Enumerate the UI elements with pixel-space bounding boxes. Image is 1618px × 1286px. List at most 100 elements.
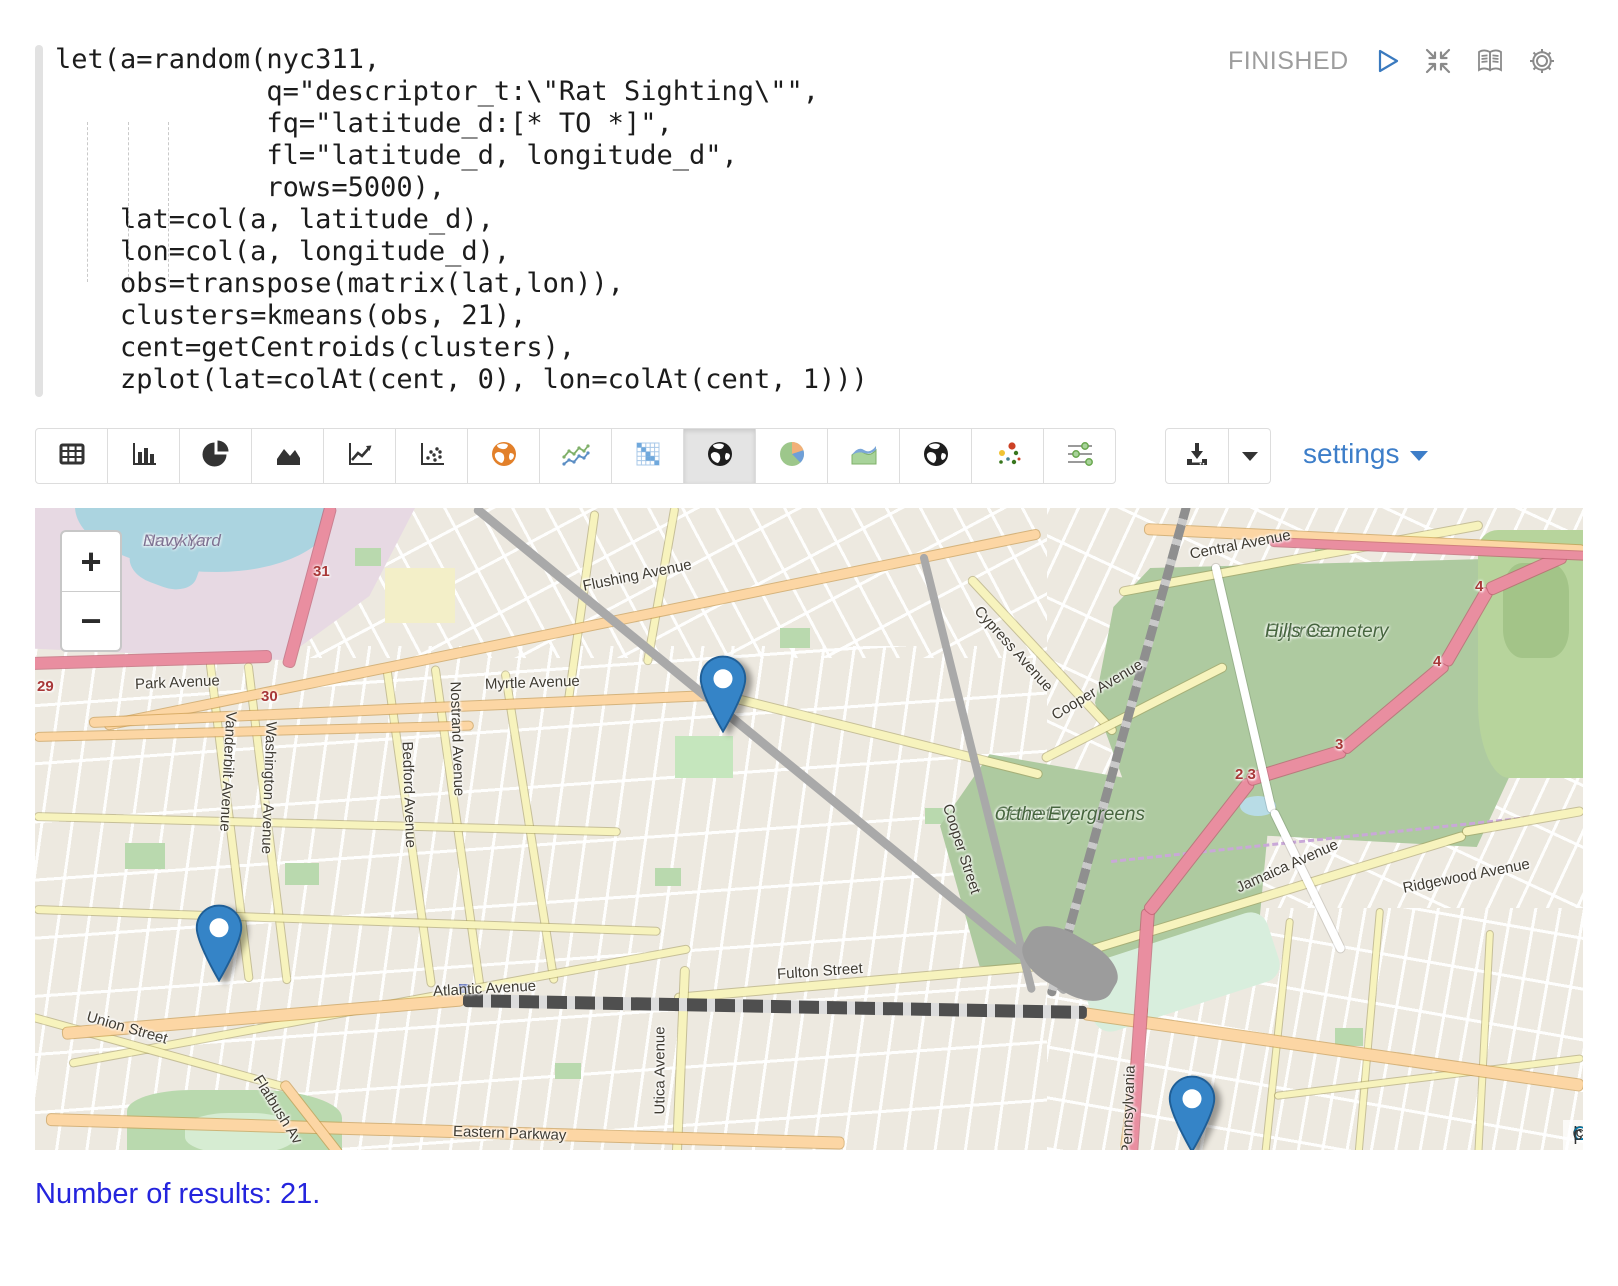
leaflet-map[interactable]: BrooklynNavy Yard CypressHills Cemetery … [35,508,1583,1150]
download-button-group [1165,428,1271,484]
code-line: let(a=random(nyc311, [55,44,1155,76]
table-icon [56,438,88,475]
sliders-icon [1064,438,1096,475]
matrix-grid-icon [632,438,664,475]
viz-world-map-button[interactable] [683,428,756,484]
caret-down-icon [1242,452,1258,461]
route-shield-2-3: 2 3 [1235,766,1256,783]
road-minor [35,906,660,935]
viz-line-chart-button[interactable] [323,428,396,484]
route-shield-4a: 4 [1433,653,1441,670]
code-line: fq="latitude_d:[* TO *]", [55,108,1155,140]
park-area [1335,1028,1363,1046]
park-area [125,843,165,869]
railway-atlantic [463,994,1087,1019]
gear-icon[interactable] [1527,46,1557,76]
viz-stream-chart-button[interactable] [827,428,900,484]
settings-label: settings [1303,438,1400,470]
code-line: lat=col(a, latitude_d), [55,204,1155,236]
pie-chart-icon [200,438,232,475]
code-line: rows=5000), [55,172,1155,204]
download-button[interactable] [1165,428,1229,484]
code-line: fl="latitude_d, longitude_d", [55,140,1155,172]
viz-donut-chart-button[interactable] [755,428,828,484]
viz-button-group [35,428,1116,484]
indent-guide [128,122,129,282]
download-options-button[interactable] [1229,428,1271,484]
label-pennsylvania-avenue: Pennsylvania [1119,1065,1139,1150]
viz-table-button[interactable] [35,428,108,484]
settings-caret-icon [1410,451,1428,461]
globe-orange-icon [488,438,520,475]
line-chart-icon [344,438,376,475]
viz-pie-chart-button[interactable] [179,428,252,484]
map-zoom-control: + − [60,530,122,652]
road-myrtle-east [732,694,1042,779]
pie-colored-icon [776,438,808,475]
map-marker-2[interactable] [195,904,243,982]
area-chart-icon [272,438,304,475]
road-broadway-elevated [472,508,1070,996]
road-minor [644,508,679,665]
code-line: q="descriptor_t:\"Rat Sighting\"", [55,76,1155,108]
park-area [285,863,319,885]
indent-guide [168,122,169,282]
label-park-avenue: Park Avenue [135,672,220,693]
park-area [780,628,810,648]
park-area [675,736,733,778]
code-line: cent=getCentroids(clusters), [55,332,1155,364]
viz-bar-chart-button[interactable] [107,428,180,484]
contributors-text: contributors [1573,1120,1583,1150]
route-shield-29: 29 [37,678,54,695]
status-badge: FINISHED [1228,47,1349,76]
play-icon[interactable] [1371,46,1401,76]
route-shield-30: 30 [261,688,278,705]
area-colored-icon [848,438,880,475]
label-utica-avenue: Utica Avenue [652,1026,669,1114]
code-line: obs=transpose(matrix(lat,lon)), [55,268,1155,300]
park-area [355,548,381,566]
route-shield-3: 3 [1335,736,1343,753]
compress-icon[interactable] [1423,46,1453,76]
editor-gutter [35,45,43,397]
viz-parallel-sliders-button[interactable] [1043,428,1116,484]
school-area [385,568,455,623]
label-cypress-avenue: Cypress Avenue [971,603,1057,695]
road-cypress [967,575,1117,736]
map-marker-3[interactable] [1168,1075,1216,1150]
code-line: lon=col(a, longitude_d), [55,236,1155,268]
code-editor[interactable]: let(a=random(nyc311, q="descriptor_t:\"R… [55,44,1155,396]
label-bedford-avenue: Bedford Avenue [399,741,420,848]
code-line: clusters=kmeans(obs, 21), [55,300,1155,332]
book-icon[interactable] [1475,46,1505,76]
viz-area-chart-button[interactable] [251,428,324,484]
viz-world-map-orange-button[interactable] [467,428,540,484]
label-nostrand-avenue: Nostrand Avenue [447,681,468,796]
download-icon [1183,440,1211,473]
zoom-out-button[interactable]: − [62,591,120,650]
viz-world-map-alt-button[interactable] [899,428,972,484]
label-flushing-avenue: Flushing Avenue [581,556,693,595]
viz-spline-chart-button[interactable] [539,428,612,484]
scatter-plot-icon [416,438,448,475]
label-ridgewood-avenue: Ridgewood Avenue [1401,856,1531,897]
settings-toggle[interactable]: settings [1303,438,1428,470]
map-marker-1[interactable] [699,655,747,733]
viz-correlation-matrix-button[interactable] [611,428,684,484]
viz-bubble-chart-button[interactable] [971,428,1044,484]
label-washington-avenue: Washington Avenue [258,721,280,854]
park-area [555,1063,581,1079]
route-shield-31: 31 [313,563,330,580]
viz-scatter-plot-button[interactable] [395,428,468,484]
bubble-scatter-icon [992,438,1024,475]
route-shield-4b: 4 [1475,578,1483,595]
label-eastern-parkway: Eastern Parkway [453,1123,567,1144]
bar-chart-icon [128,438,160,475]
park-area [655,868,681,886]
visualization-toolbar: settings [35,428,1116,484]
zoom-in-button[interactable]: + [62,532,120,592]
code-line: zplot(lat=colAt(cent, 0), lon=colAt(cent… [55,364,1155,396]
map-attribution: Leaflet | © OpenStreetMap contributors [1563,1120,1583,1150]
road-park-avenue [35,651,271,669]
globe-black-alt-icon [920,438,952,475]
